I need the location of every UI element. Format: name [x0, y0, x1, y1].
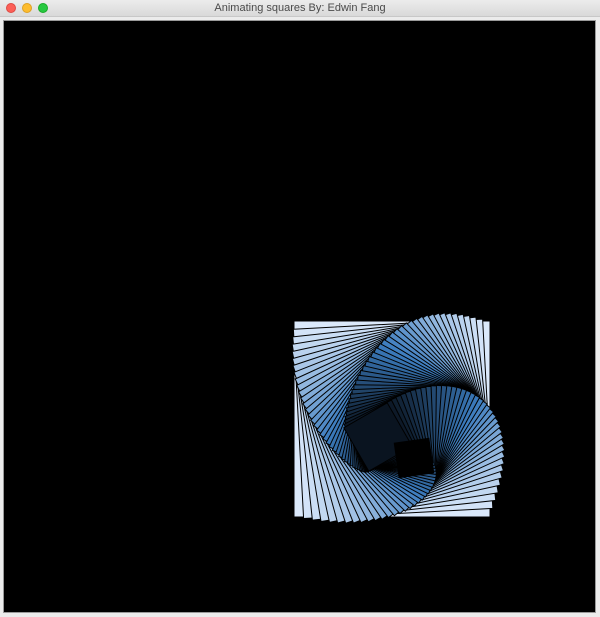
- center-hole: [393, 437, 435, 479]
- title-bar[interactable]: Animating squares By: Edwin Fang: [0, 0, 600, 17]
- app-window: Animating squares By: Edwin Fang: [0, 0, 600, 617]
- animation-canvas: [3, 20, 596, 613]
- window-title: Animating squares By: Edwin Fang: [214, 2, 386, 14]
- rotating-squares-drawing: [291, 312, 506, 524]
